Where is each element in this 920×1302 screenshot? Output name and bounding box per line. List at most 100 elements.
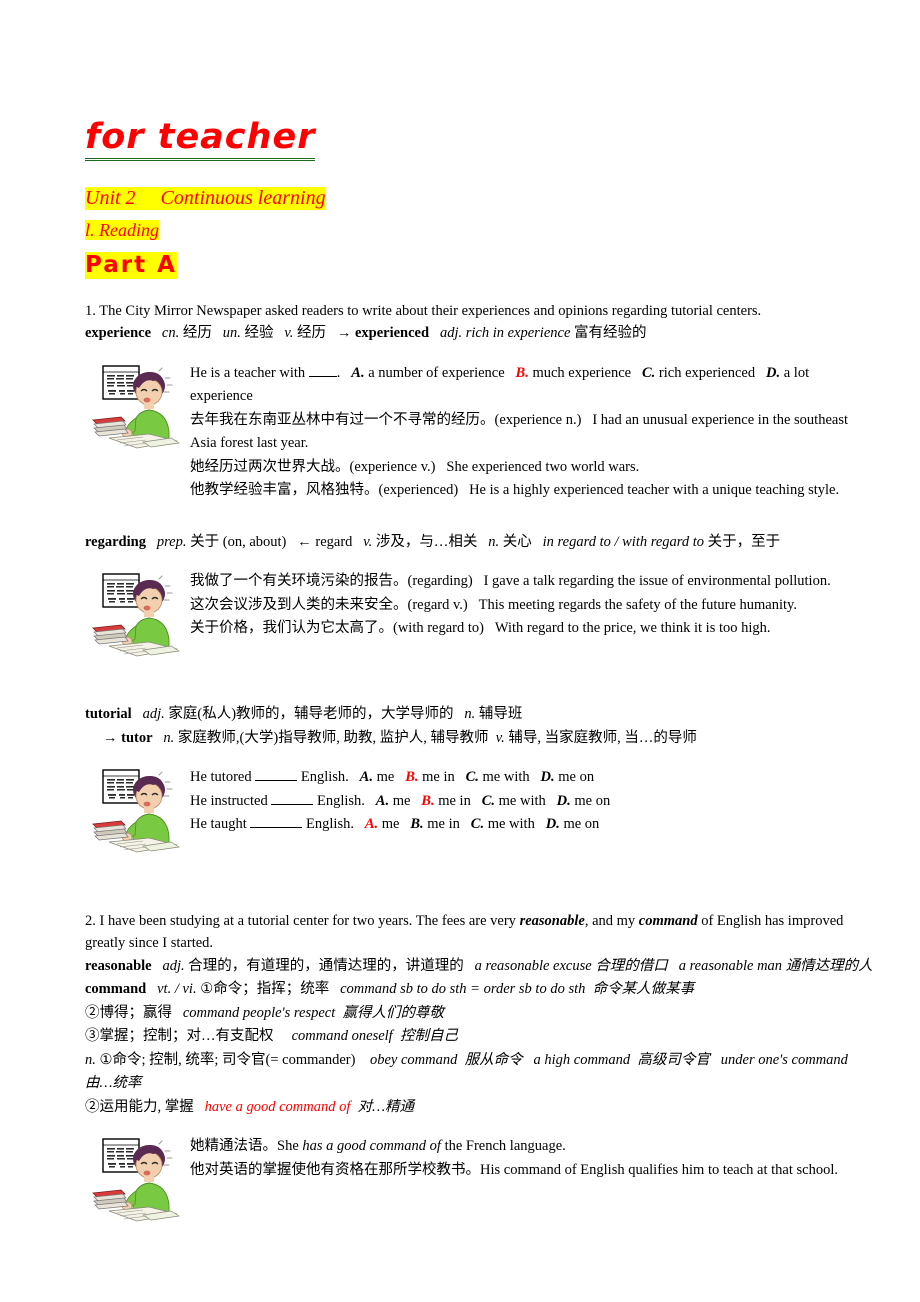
regarding-base-form: ← regard xyxy=(297,533,353,550)
example-english: She experienced two world wars. xyxy=(446,458,640,475)
command-entry-noun: n. ①命令; 控制, 统率; 司令官(= commander) obey co… xyxy=(85,1049,875,1096)
command-example-1: 她精通法语。She has a good command of the Fren… xyxy=(190,1135,875,1158)
command-sense3: ③掌握；控制；对…有支配权 command oneself 控制自己 xyxy=(85,1025,875,1048)
example-english: I gave a talk regarding the issue of env… xyxy=(483,573,831,590)
document-page: for teacher Unit 2 Continuous learning l… xyxy=(0,0,920,1302)
command-noun-phrase-1: obey command xyxy=(369,1051,458,1068)
reasonable-phrase-2: a reasonable man xyxy=(678,957,783,974)
regarding-pos1: prep. xyxy=(156,533,187,550)
tutor-pos1: n. xyxy=(163,729,175,746)
command-noun-sense1: 命令; 控制, 统率; 司令官(= commander) xyxy=(112,1051,356,1068)
example-tag: (experienced) xyxy=(378,482,459,499)
command-sense2: ②博得；赢得 command people's respect 赢得人们的尊敬 xyxy=(85,1002,875,1025)
tutorial-example-block: He tutored English. A. me B. me in C. me… xyxy=(85,764,875,859)
experience-derived-phrase: adj. rich in experience xyxy=(439,325,571,342)
command-noun-phrase-2: a high command xyxy=(533,1051,631,1068)
command-sense3-text: 掌握；控制；对…有支配权 xyxy=(99,1028,274,1045)
tutorial-mcq-1: He tutored English. A. me B. me in C. me… xyxy=(190,766,875,789)
experience-example-3: 她经历过两次世界大战。(experience v.) She experienc… xyxy=(190,456,875,479)
mcq-option-letter-b: B. xyxy=(405,769,419,786)
mcq-option-text-c: rich experienced xyxy=(658,364,756,381)
section-heading: l. Reading xyxy=(85,219,159,241)
mcq-option-text-d: me on xyxy=(558,769,595,786)
student-studying-icon xyxy=(91,361,186,450)
mcq-option-text-c: me with xyxy=(487,816,535,833)
regarding-example-1: 我做了一个有关环境污染的报告。(regarding) I gave a talk… xyxy=(190,570,875,593)
experience-mcq: He is a teacher with . A. a number of ex… xyxy=(190,362,875,409)
mcq-option-text-b: me in xyxy=(427,816,460,833)
student-studying-icon xyxy=(91,766,186,855)
experience-gloss1: 经历 xyxy=(182,325,212,342)
experience-pos2: un. xyxy=(222,325,241,342)
reasonable-pos: adj. xyxy=(162,957,185,974)
tutorial-mcq-3: He taught English. A. me B. me in C. me … xyxy=(190,813,875,836)
experience-example-4: 他教学经验丰富，风格独特。(experienced) He is a highl… xyxy=(190,479,875,502)
command-noun-pos: n. xyxy=(85,1051,96,1068)
regarding-phrase-gloss: 关于，至于 xyxy=(707,533,781,550)
reasonable-entry: reasonable adj. 合理的，有道理的，通情达理的，讲道理的 a re… xyxy=(85,955,875,978)
study-illustration-1 xyxy=(91,360,186,455)
tutor-gloss2: 辅导, 当家庭教师, 当…的导师 xyxy=(508,729,697,746)
mcq-option-letter-d: D. xyxy=(766,364,781,381)
experience-pos1: cn. xyxy=(161,325,180,342)
item1-sentence: 1. The City Mirror Newspaper asked reade… xyxy=(85,302,762,319)
tutor-pos2: v. xyxy=(495,729,505,746)
command-noun-sense2: ②运用能力, 掌握 have a good command of 对…精通 xyxy=(85,1096,875,1119)
mcq-option-letter-a: A. xyxy=(364,816,379,833)
mcq-option-text-d: me on xyxy=(563,816,600,833)
example-english: His command of English qualifies him to … xyxy=(480,1161,838,1178)
regarding-paren: (on, about) xyxy=(222,533,287,550)
unit-heading: Unit 2 Continuous learning xyxy=(85,186,326,210)
student-studying-icon xyxy=(91,1135,186,1224)
tutorial-example-lines: He tutored English. A. me B. me in C. me… xyxy=(190,764,875,836)
mcq-option-text-a: me xyxy=(376,769,395,786)
mcq-tail: English. xyxy=(316,792,365,809)
experience-example-lines: He is a teacher with . A. a number of ex… xyxy=(190,360,875,503)
mcq-prompt: He tutored xyxy=(190,769,252,786)
study-illustration-2 xyxy=(91,568,186,663)
mcq-option-letter-d: D. xyxy=(545,816,560,833)
example-chinese: 她经历过两次世界大战。 xyxy=(190,458,350,475)
mcq-option-text-b: me in xyxy=(422,769,455,786)
command-entry-verb: command vt. / vi. ①命令；指挥；统率 command sb t… xyxy=(85,978,875,1001)
regarding-gloss1: 关于 xyxy=(190,533,220,550)
command-noun-phrase-3: under one's command xyxy=(720,1051,848,1068)
example-tag: (regard v.) xyxy=(407,596,468,613)
experience-example-2: 去年我在东南亚丛林中有过一个不寻常的经历。(experience n.) I h… xyxy=(190,409,875,456)
mcq-option-text-c: me with xyxy=(498,792,546,809)
experience-derived-form: → experienced xyxy=(336,325,430,342)
command-sense3-num: ③ xyxy=(85,1028,100,1045)
command-sense2-phrase: command people's respect xyxy=(182,1004,336,1021)
command-example-2: 他对英语的掌握使他有资格在那所学校教书。His command of Engli… xyxy=(190,1159,875,1182)
example-chinese: 她精通法语。 xyxy=(190,1138,277,1155)
experience-entry: experience cn. 经历 un. 经验 v. 经历 → experie… xyxy=(85,322,875,345)
command-sense1-gloss: 命令某人做某事 xyxy=(592,981,695,998)
example-tag: (with regard to) xyxy=(393,620,484,637)
mcq-prompt: He instructed xyxy=(190,792,268,809)
tutorial-entry: tutorial adj. 家庭(私人)教师的，辅导老师的，大学导师的 n. 辅… xyxy=(85,703,875,726)
example-tag: (experience n.) xyxy=(494,411,582,428)
command-sense2-gloss: 赢得人们的尊敬 xyxy=(342,1004,444,1021)
reasonable-phrase-2-gloss: 通情达理的人 xyxy=(785,957,873,974)
mcq-blank xyxy=(255,768,298,782)
command-example-block: 她精通法语。She has a good command of the Fren… xyxy=(85,1133,875,1228)
command-pos: vt. / vi. xyxy=(157,981,197,998)
unit-heading-row: Unit 2 Continuous learning xyxy=(85,186,875,210)
command-noun-phrase-4-gloss: 对…精通 xyxy=(357,1098,415,1115)
example-chinese: 我做了一个有关环境污染的报告。 xyxy=(190,573,408,590)
mcq-prompt: He is a teacher with xyxy=(190,364,306,381)
experience-example-block: He is a teacher with . A. a number of ex… xyxy=(85,360,875,503)
regarding-gloss2: 涉及，与…相关 xyxy=(375,533,478,550)
doc-title-row: for teacher xyxy=(85,118,875,177)
command-noun-phrase-4: have a good command of xyxy=(204,1098,351,1115)
tutorial-headword: tutorial xyxy=(85,706,132,723)
mcq-option-text-b: me in xyxy=(438,792,471,809)
page-title: for teacher xyxy=(85,118,316,161)
example-english: He is a highly experienced teacher with … xyxy=(469,482,840,499)
part-heading-row: Part A xyxy=(85,252,875,279)
mcq-option-text-a: me xyxy=(381,816,400,833)
regarding-pos3: n. xyxy=(488,533,500,550)
tutorial-gloss1: 家庭(私人)教师的，辅导老师的，大学导师的 xyxy=(168,706,454,723)
